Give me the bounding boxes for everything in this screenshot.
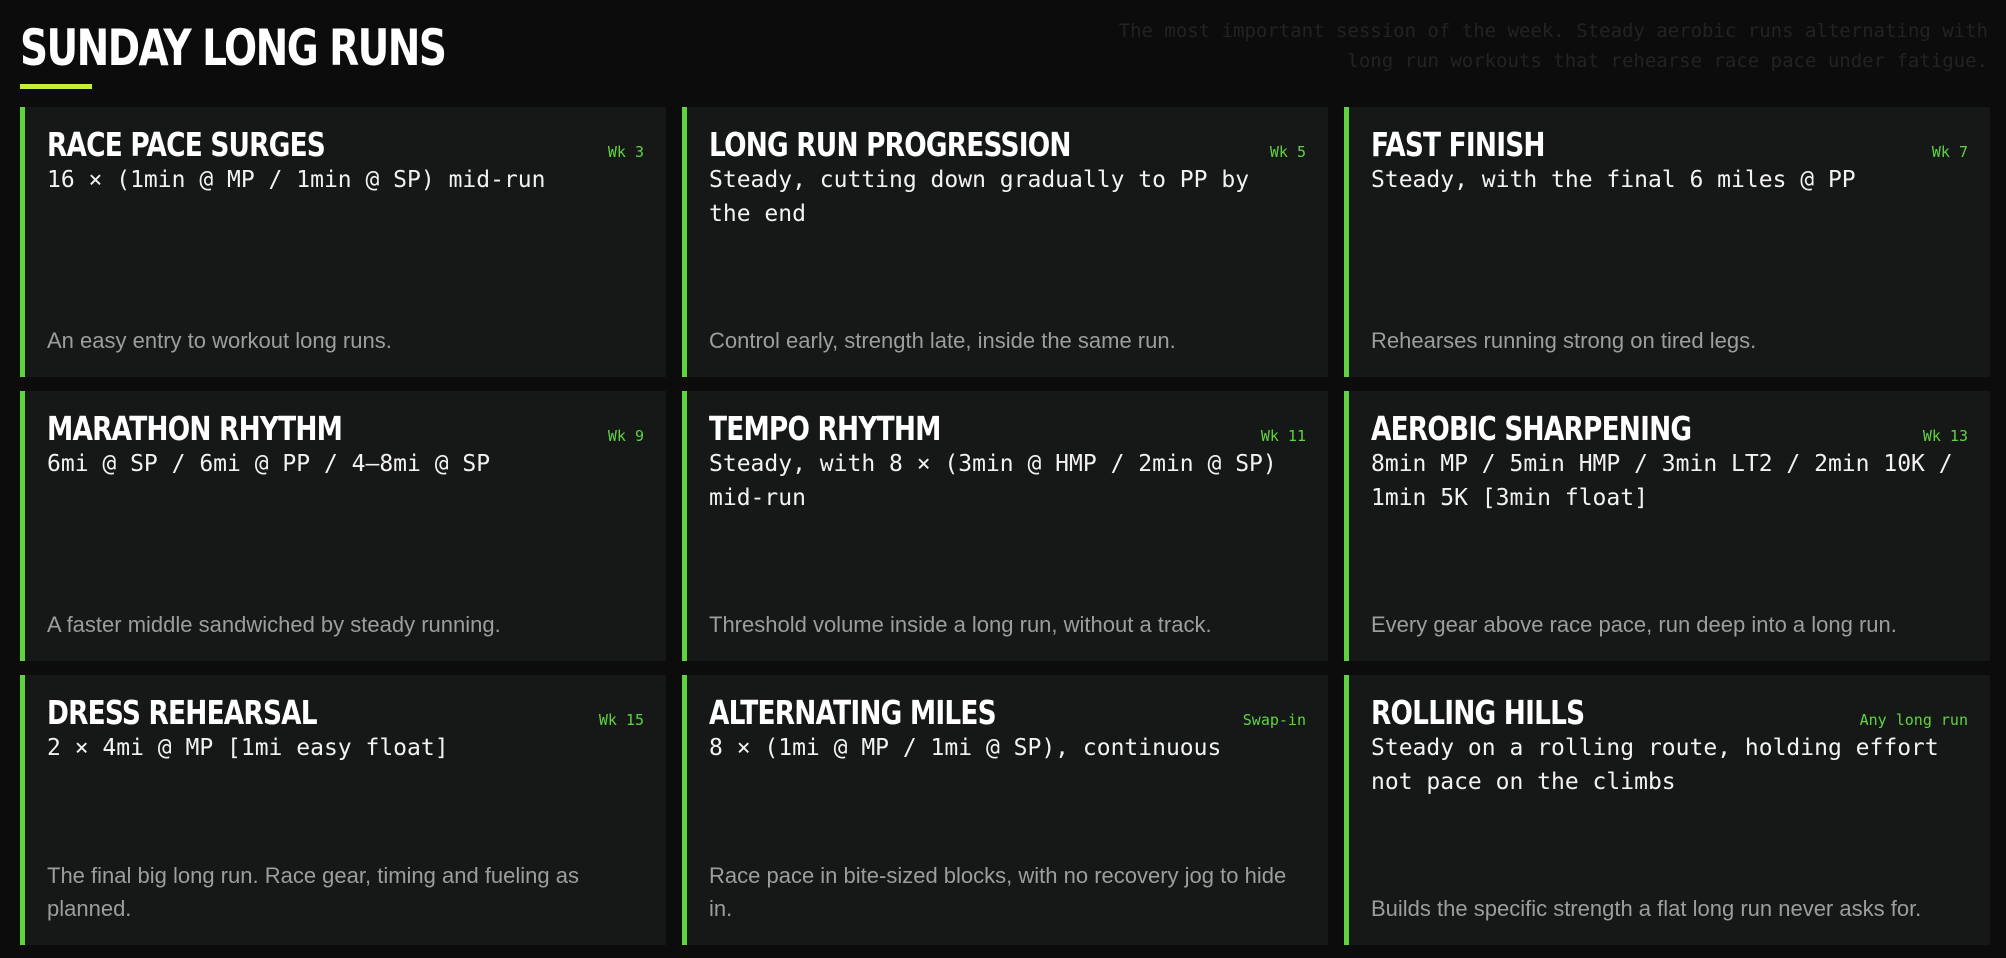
- workout-description: The final big long run. Race gear, timin…: [47, 863, 579, 921]
- workout-prescription: Steady, cutting down gradually to PP by …: [709, 167, 1250, 227]
- workout-title: DRESS REHEARSAL: [47, 693, 318, 732]
- title-underline: [20, 84, 92, 89]
- workout-description: Control early, strength late, inside the…: [709, 328, 1176, 353]
- workout-description: An easy entry to workout long runs.: [47, 328, 392, 353]
- workout-prescription: 16 × (1min @ MP / 1min @ SP) mid-run: [47, 167, 546, 193]
- page-title: SUNDAY LONG RUNS: [20, 19, 447, 77]
- workout-description: A faster middle sandwiched by steady run…: [47, 612, 501, 637]
- workout-description: Race pace in bite-sized blocks, with no …: [709, 863, 1287, 921]
- workout-prescription: 6mi @ SP / 6mi @ PP / 4–8mi @ SP: [47, 451, 491, 477]
- workout-card-rolling-hills[interactable]: ROLLING HILLS Any long run Steady on a r…: [1344, 675, 1990, 945]
- workout-description: Builds the specific strength a flat long…: [1371, 896, 1922, 921]
- workout-card-alternating-miles[interactable]: ALTERNATING MILES Swap-in 8 × (1mi @ MP …: [682, 675, 1328, 945]
- workout-prescription: Steady, with 8 × (3min @ HMP / 2min @ SP…: [709, 451, 1277, 511]
- workout-title: AEROBIC SHARPENING: [1371, 409, 1692, 448]
- workout-title: FAST FINISH: [1371, 125, 1546, 164]
- workout-card-fast-finish[interactable]: FAST FINISH Wk 7 Steady, with the final …: [1344, 107, 1990, 377]
- workout-card-dress-rehearsal[interactable]: DRESS REHEARSAL Wk 15 2 × 4mi @ MP [1mi …: [20, 675, 666, 945]
- workout-prescription: 2 × 4mi @ MP [1mi easy float]: [47, 735, 449, 761]
- workout-title: LONG RUN PROGRESSION: [709, 125, 1071, 164]
- workout-title: MARATHON RHYTHM: [47, 409, 343, 448]
- week-badge: Wk 11: [1260, 427, 1306, 445]
- workout-prescription: Steady on a rolling route, holding effor…: [1371, 735, 1939, 795]
- week-badge: Wk 9: [607, 427, 644, 445]
- week-badge: Any long run: [1859, 711, 1968, 729]
- workout-card-long-run-progression[interactable]: LONG RUN PROGRESSION Wk 5 Steady, cuttin…: [682, 107, 1328, 377]
- workout-prescription: Steady, with the final 6 miles @ PP: [1371, 167, 1856, 193]
- workout-card-marathon-rhythm[interactable]: MARATHON RHYTHM Wk 9 6mi @ SP / 6mi @ PP…: [20, 391, 666, 661]
- week-badge: Swap-in: [1242, 711, 1306, 729]
- workout-prescription: 8min MP / 5min HMP / 3min LT2 / 2min 10K…: [1371, 451, 1953, 511]
- workout-card-tempo-rhythm[interactable]: TEMPO RHYTHM Wk 11 Steady, with 8 × (3mi…: [682, 391, 1328, 661]
- workout-description: Threshold volume inside a long run, with…: [709, 612, 1212, 637]
- workout-grid: RACE PACE SURGES Wk 3 16 × (1min @ MP / …: [20, 107, 1990, 945]
- workout-title: ROLLING HILLS: [1371, 693, 1585, 732]
- week-badge: Wk 7: [1931, 143, 1968, 161]
- workout-title: ALTERNATING MILES: [709, 693, 997, 732]
- workout-card-aerobic-sharpening[interactable]: AEROBIC SHARPENING Wk 13 8min MP / 5min …: [1344, 391, 1990, 661]
- intro-text: The most important session of the week. …: [1118, 20, 1988, 72]
- workout-card-race-pace-surges[interactable]: RACE PACE SURGES Wk 3 16 × (1min @ MP / …: [20, 107, 666, 377]
- workout-description: Rehearses running strong on tired legs.: [1371, 328, 1757, 353]
- week-badge: Wk 5: [1269, 143, 1306, 161]
- week-badge: Wk 3: [607, 143, 644, 161]
- workout-title: RACE PACE SURGES: [47, 125, 326, 164]
- workout-prescription: 8 × (1mi @ MP / 1mi @ SP), continuous: [709, 735, 1222, 761]
- week-badge: Wk 13: [1922, 427, 1968, 445]
- workout-description: Every gear above race pace, run deep int…: [1371, 612, 1897, 637]
- workout-title: TEMPO RHYTHM: [709, 409, 941, 448]
- week-badge: Wk 15: [598, 711, 644, 729]
